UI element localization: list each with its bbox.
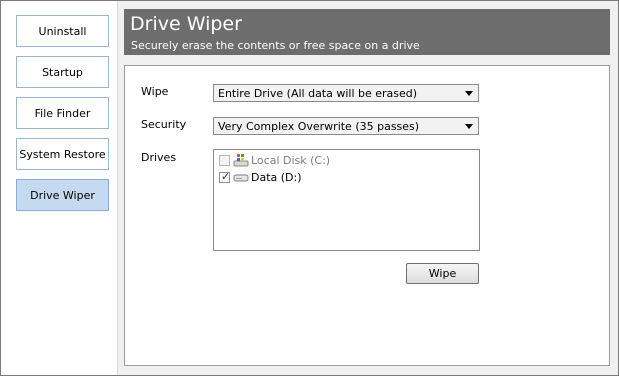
drive-c-checkbox[interactable] <box>219 154 230 166</box>
sidebar-item-file-finder[interactable]: File Finder <box>16 97 109 129</box>
security-select[interactable]: Very Complex Overwrite (35 passes) <box>213 117 479 135</box>
sidebar-item-startup[interactable]: Startup <box>16 56 109 88</box>
sidebar-item-uninstall[interactable]: Uninstall <box>16 15 109 47</box>
drive-c-label: Local Disk (C:) <box>251 153 331 167</box>
page-header: Drive Wiper Securely erase the contents … <box>124 9 610 55</box>
drives-label: Drives <box>141 151 177 164</box>
windows-drive-icon <box>233 153 249 167</box>
sidebar-item-drive-wiper[interactable]: Drive Wiper <box>16 179 109 211</box>
chevron-down-icon <box>465 91 473 96</box>
drive-wiper-panel: Wipe Entire Drive (All data will be eras… <box>124 65 610 366</box>
sidebar-item-system-restore[interactable]: System Restore <box>16 138 109 170</box>
wipe-select[interactable]: Entire Drive (All data will be erased) <box>213 84 479 102</box>
chevron-down-icon <box>465 124 473 129</box>
wipe-label: Wipe <box>141 85 169 98</box>
wipe-select-value: Entire Drive (All data will be erased) <box>218 86 418 100</box>
security-label: Security <box>141 118 187 131</box>
drive-d-label: Data (D:) <box>251 170 302 184</box>
sidebar: Uninstall Startup File Finder System Res… <box>1 1 118 375</box>
drive-item-d[interactable]: ✓ Data (D:) <box>219 169 302 185</box>
drive-item-c[interactable]: Local Disk (C:) <box>219 152 330 168</box>
page-subtitle: Securely erase the contents or free spac… <box>131 39 420 52</box>
hard-drive-icon <box>233 170 249 184</box>
wipe-button[interactable]: Wipe <box>406 263 479 284</box>
drives-list[interactable]: Local Disk (C:) ✓ Data (D:) <box>213 149 480 251</box>
security-select-value: Very Complex Overwrite (35 passes) <box>218 119 420 133</box>
drive-d-checkbox[interactable]: ✓ <box>219 170 230 183</box>
page-title: Drive Wiper <box>130 13 242 35</box>
